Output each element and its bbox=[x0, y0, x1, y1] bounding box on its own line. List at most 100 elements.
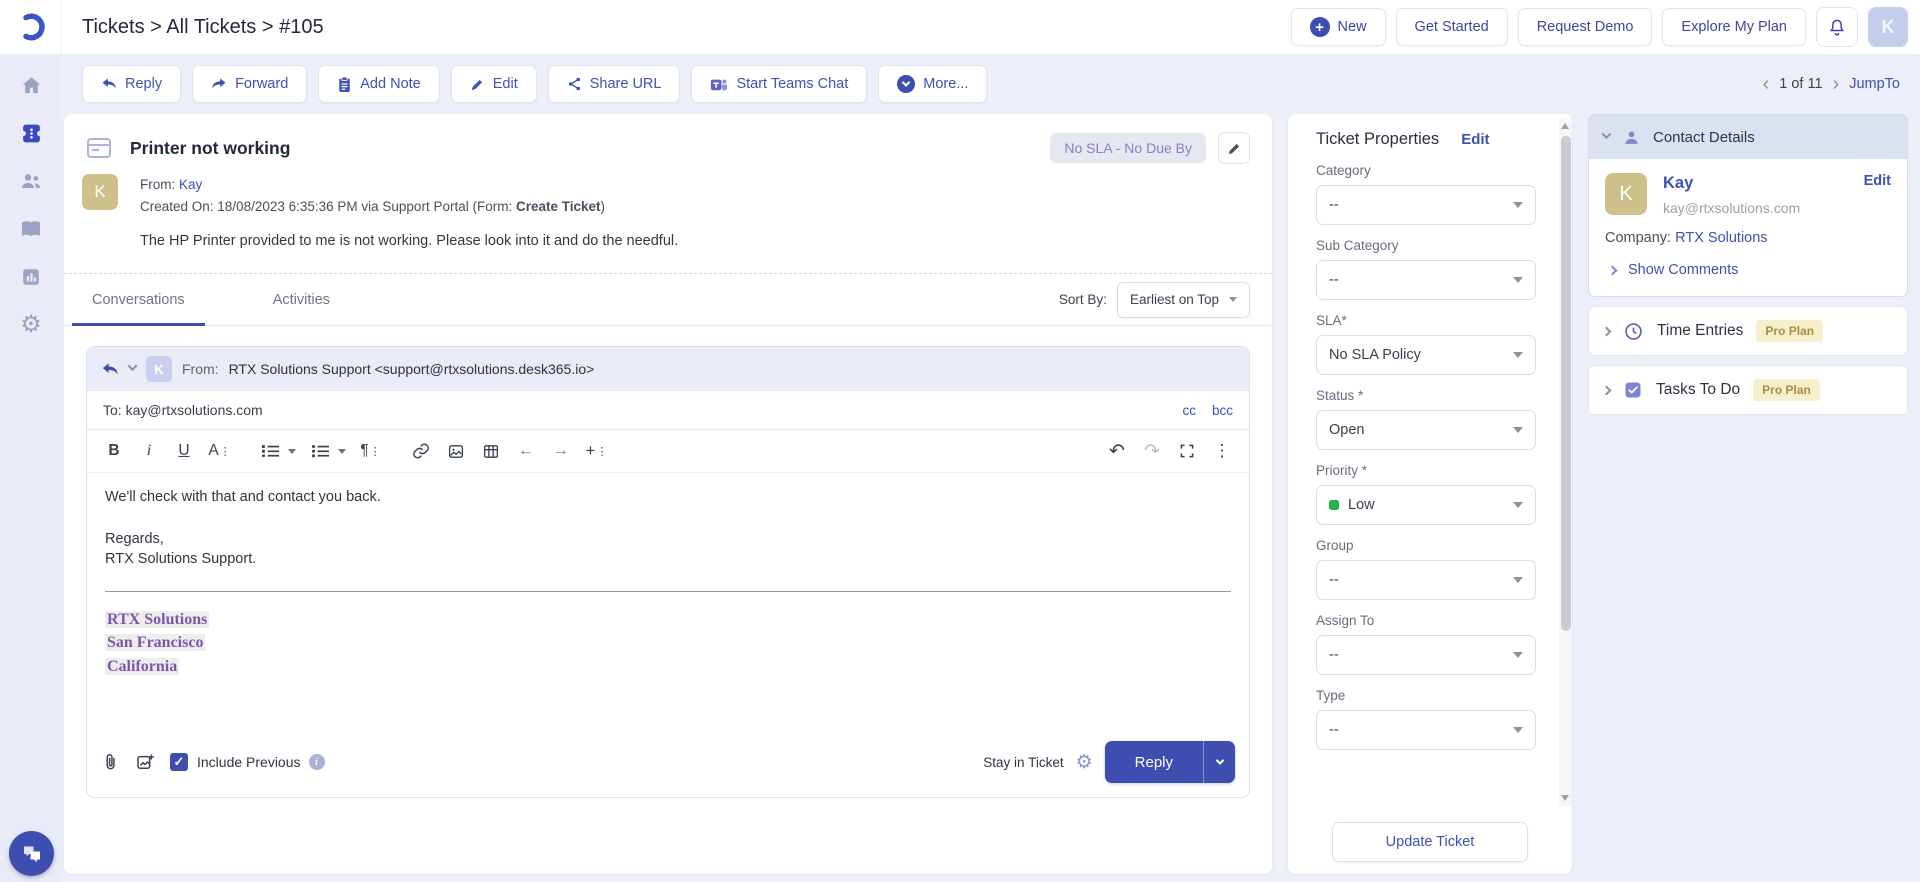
edit-due-date-button[interactable] bbox=[1218, 132, 1250, 164]
contact-details-card: Contact Details K Kay kay@rtxsolutions.c… bbox=[1588, 114, 1908, 297]
canned-response-button[interactable] bbox=[135, 752, 156, 772]
bullet-list-button[interactable] bbox=[309, 439, 331, 463]
prev-ticket-button[interactable]: ‹ bbox=[1761, 74, 1772, 94]
more-chevron-icon bbox=[897, 75, 916, 93]
pencil-icon bbox=[1227, 141, 1242, 156]
reply-body-line: RTX Solutions Support. bbox=[105, 551, 257, 568]
tasks-to-do-card: Tasks To Do Pro Plan bbox=[1588, 365, 1908, 415]
italic-button[interactable]: i bbox=[138, 439, 160, 463]
top-bar: Tickets > All Tickets > #105 + New Get S… bbox=[0, 0, 1920, 54]
bullet-list-caret[interactable] bbox=[338, 448, 346, 454]
priority-select[interactable]: Low bbox=[1316, 485, 1536, 525]
assign-to-select[interactable]: -- bbox=[1316, 635, 1536, 675]
requester-row: K From: Kay Created On: 18/08/2023 6:35:… bbox=[64, 168, 1272, 217]
send-reply-button[interactable]: Reply bbox=[1104, 741, 1203, 784]
indent-button[interactable]: → bbox=[550, 439, 572, 463]
ticket-description: The HP Printer provided to me is not wor… bbox=[64, 217, 1272, 275]
time-entries-card: Time Entries Pro Plan bbox=[1588, 306, 1908, 356]
insert-more-button[interactable]: + ⋮ bbox=[585, 439, 608, 463]
conversation-tabs: Conversations Activities Sort By: Earlie… bbox=[64, 274, 1272, 327]
scroll-down-arrow[interactable] bbox=[1561, 795, 1569, 801]
new-button[interactable]: + New bbox=[1290, 8, 1386, 46]
reply-settings-gear-icon[interactable]: ⚙ bbox=[1076, 753, 1093, 772]
group-select[interactable]: -- bbox=[1316, 560, 1536, 600]
more-button[interactable]: More... bbox=[878, 65, 988, 103]
sidebar-item-reports[interactable] bbox=[14, 262, 48, 292]
scrollbar-thumb[interactable] bbox=[1560, 136, 1571, 632]
next-ticket-button[interactable]: › bbox=[1831, 74, 1842, 94]
underline-button[interactable]: U bbox=[173, 439, 195, 463]
sidebar-item-home[interactable] bbox=[14, 70, 48, 100]
jumpto-link[interactable]: JumpTo bbox=[1849, 76, 1900, 92]
ticket-detail-card: Printer not working No SLA - No Due By K… bbox=[64, 114, 1272, 874]
forward-button[interactable]: Forward bbox=[192, 65, 308, 103]
paragraph-format-button[interactable]: ¶ ⋮ bbox=[359, 439, 381, 463]
insert-table-button[interactable] bbox=[480, 439, 502, 463]
task-checkbox-icon bbox=[1623, 380, 1643, 400]
insert-image-button[interactable] bbox=[445, 439, 467, 463]
type-select[interactable]: -- bbox=[1316, 710, 1536, 750]
tab-activities[interactable]: Activities bbox=[267, 274, 336, 326]
properties-edit-link[interactable]: Edit bbox=[1461, 131, 1489, 148]
sla-select[interactable]: No SLA Policy bbox=[1316, 335, 1536, 375]
ordered-list-button[interactable] bbox=[259, 439, 281, 463]
redo-button[interactable]: ↷ bbox=[1141, 439, 1163, 463]
category-select[interactable]: -- bbox=[1316, 185, 1536, 225]
app-window: Tickets > All Tickets > #105 + New Get S… bbox=[0, 0, 1920, 882]
scroll-up-arrow[interactable] bbox=[1561, 123, 1569, 129]
person-icon bbox=[1622, 128, 1641, 147]
reply-type-caret-icon[interactable] bbox=[127, 360, 138, 371]
outdent-button[interactable]: ← bbox=[515, 439, 537, 463]
signature-divider bbox=[105, 591, 1231, 593]
get-started-button[interactable]: Get Started bbox=[1395, 8, 1508, 46]
right-panel: Contact Details K Kay kay@rtxsolutions.c… bbox=[1588, 114, 1908, 874]
sort-order-select[interactable]: Earliest on Top bbox=[1116, 281, 1250, 318]
request-demo-button[interactable]: Request Demo bbox=[1517, 8, 1653, 46]
bcc-link[interactable]: bcc bbox=[1212, 403, 1233, 418]
editor-content[interactable]: We'll check with that and contact you ba… bbox=[87, 473, 1249, 731]
font-format-button[interactable]: A ⋮ bbox=[208, 439, 230, 463]
attach-file-button[interactable] bbox=[101, 752, 121, 773]
update-ticket-button[interactable]: Update Ticket bbox=[1332, 822, 1528, 862]
start-teams-chat-button[interactable]: Start Teams Chat bbox=[691, 65, 868, 103]
contact-avatar: K bbox=[1605, 173, 1647, 215]
editor-more-button[interactable]: ⋮ bbox=[1211, 439, 1233, 463]
pro-plan-badge: Pro Plan bbox=[1756, 320, 1824, 342]
sidebar-item-tickets[interactable] bbox=[14, 118, 48, 148]
include-previous-checkbox[interactable]: ✓ bbox=[170, 753, 188, 772]
user-avatar[interactable]: K bbox=[1868, 7, 1908, 47]
field-status: Status * Open bbox=[1316, 388, 1536, 450]
sidebar-item-settings[interactable]: ⚙ bbox=[14, 310, 48, 340]
support-chat-button[interactable] bbox=[9, 831, 54, 876]
notifications-button[interactable] bbox=[1816, 7, 1858, 47]
contact-details-header[interactable]: Contact Details bbox=[1589, 115, 1907, 159]
ordered-list-caret[interactable] bbox=[288, 448, 296, 454]
sidebar-item-knowledge-base[interactable] bbox=[14, 214, 48, 244]
undo-button[interactable]: ↶ bbox=[1106, 439, 1128, 463]
insert-link-button[interactable] bbox=[410, 439, 432, 463]
cc-link[interactable]: cc bbox=[1182, 403, 1196, 418]
contact-name[interactable]: Kay bbox=[1663, 174, 1864, 193]
bold-button[interactable]: B bbox=[103, 439, 125, 463]
explore-my-plan-button[interactable]: Explore My Plan bbox=[1662, 8, 1806, 46]
reply-options-caret[interactable] bbox=[1203, 741, 1235, 784]
time-entries-header[interactable]: Time Entries Pro Plan bbox=[1589, 307, 1907, 355]
tasks-to-do-header[interactable]: Tasks To Do Pro Plan bbox=[1589, 366, 1907, 414]
fullscreen-button[interactable] bbox=[1176, 439, 1198, 463]
requester-name-link[interactable]: Kay bbox=[179, 177, 202, 192]
sub-category-select[interactable]: -- bbox=[1316, 260, 1536, 300]
to-address[interactable]: To: kay@rtxsolutions.com bbox=[103, 402, 263, 418]
show-comments-toggle[interactable]: Show Comments bbox=[1605, 262, 1891, 278]
add-note-button[interactable]: Add Note bbox=[318, 65, 440, 103]
contact-edit-link[interactable]: Edit bbox=[1864, 173, 1891, 216]
edit-ticket-button[interactable]: Edit bbox=[450, 65, 537, 103]
tasks-to-do-title: Tasks To Do bbox=[1656, 381, 1741, 398]
sidebar-item-contacts[interactable] bbox=[14, 166, 48, 196]
tab-conversations[interactable]: Conversations bbox=[72, 274, 205, 326]
properties-scrollbar[interactable] bbox=[1559, 118, 1572, 806]
app-logo[interactable] bbox=[0, 0, 62, 54]
share-url-button[interactable]: Share URL bbox=[547, 65, 681, 103]
company-link[interactable]: RTX Solutions bbox=[1675, 230, 1767, 246]
reply-toolbar-button[interactable]: Reply bbox=[82, 65, 182, 103]
status-select[interactable]: Open bbox=[1316, 410, 1536, 450]
